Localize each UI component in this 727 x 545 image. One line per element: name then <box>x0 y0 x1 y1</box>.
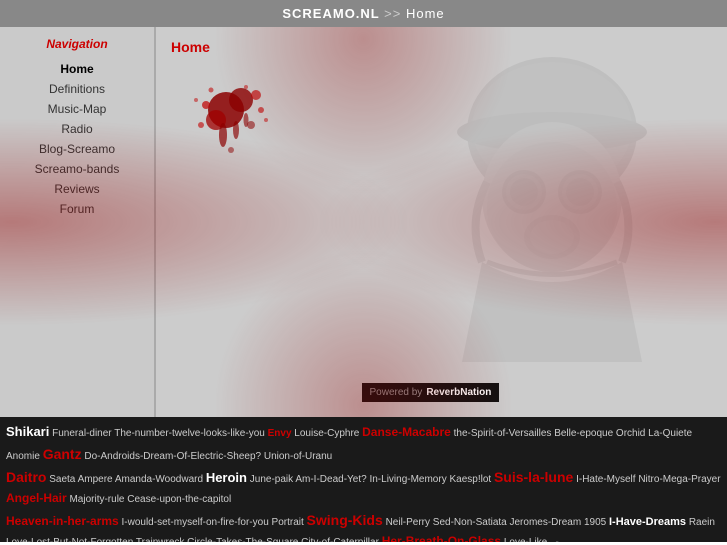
reverb-name: ReverbNation <box>426 387 491 398</box>
tags-line-1: Shikari Funeral-diner The-number-twelve-… <box>6 421 721 466</box>
header-current-page: Home <box>406 6 445 21</box>
header-arrow: >> <box>384 6 401 21</box>
nav-screamo-bands[interactable]: Screamo-bands <box>0 159 154 179</box>
nav-home[interactable]: Home <box>0 59 154 79</box>
site-header: SCREAMO.NL >> Home <box>0 0 727 27</box>
tags-line-3: Heaven-in-her-arms I-would-set-myself-on… <box>6 509 721 542</box>
blood-splatter-image <box>171 65 291 165</box>
sidebar: Navigation Home Definitions Music-Map Ra… <box>0 27 155 417</box>
nav-music-map[interactable]: Music-Map <box>0 99 154 119</box>
nav-blog-screamo[interactable]: Blog-Screamo <box>0 139 154 159</box>
reverb-label: Powered by <box>370 387 423 398</box>
tags-line-2: Daitro Saeta Ampere Amanda-Woodward Hero… <box>6 466 721 509</box>
nav-definitions[interactable]: Definitions <box>0 79 154 99</box>
nav-radio[interactable]: Radio <box>0 119 154 139</box>
nav-forum[interactable]: Forum <box>0 199 154 219</box>
content-title: Home <box>171 39 712 55</box>
nav-reviews[interactable]: Reviews <box>0 179 154 199</box>
site-name: SCREAMO.NL <box>282 6 379 21</box>
main-wrapper: Navigation Home Definitions Music-Map Ra… <box>0 27 727 417</box>
content-area: Home <box>156 27 727 417</box>
sidebar-title: Navigation <box>0 37 154 51</box>
tags-bar: Shikari Funeral-diner The-number-twelve-… <box>0 417 727 542</box>
reverb-banner: Powered by ReverbNation <box>362 383 500 402</box>
